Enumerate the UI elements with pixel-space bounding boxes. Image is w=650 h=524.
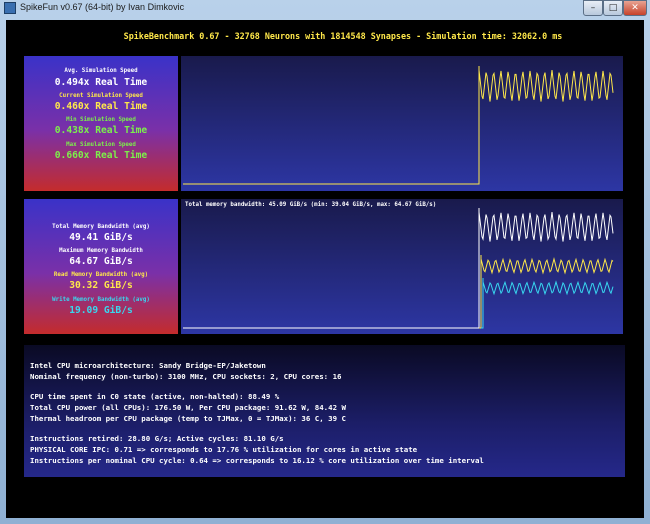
read-bw-label: Read Memory Bandwidth (avg) [53,272,149,278]
write-bandwidth-line [481,278,614,329]
cpu-microarchitecture: Intel CPU microarchitecture: Sandy Bridg… [30,361,266,370]
avg-speed-value: 0.494x Real Time [54,77,148,88]
window-title: SpikeFun v0.67 (64-bit) by Ivan Dimkovic [20,2,185,12]
memory-bandwidth-graph: Total memory bandwidth: 45.09 GiB/s (min… [181,199,623,334]
write-bw-label: Write Memory Bandwidth (avg) [52,297,150,303]
max-speed-value: 0.660x Real Time [54,150,148,161]
bandwidth-caption: Total memory bandwidth: 45.09 GiB/s (min… [185,202,437,208]
benchmark-title: SpikeBenchmark 0.67 - 32768 Neurons with… [123,31,563,41]
cpu-frequency: Nominal frequency (non-turbo): 3100 MHz,… [30,372,342,381]
instructions-per-cycle: Instructions per nominal CPU cycle: 0.64… [30,456,484,465]
title-bar[interactable]: SpikeFun v0.67 (64-bit) by Ivan Dimkovic… [0,0,650,18]
cpu-info-panel: Intel CPU microarchitecture: Sandy Bridg… [24,345,625,477]
total-bw-label: Total Memory Bandwidth (avg) [52,224,150,230]
simulation-speed-panel: Avg. Simulation Speed 0.494x Real Time C… [24,56,178,191]
cpu-c0-state: CPU time spent in C0 state (active, non-… [30,392,280,401]
app-icon [4,2,16,14]
benchmark-canvas: SpikeBenchmark 0.67 - 32768 Neurons with… [6,20,644,518]
max-bw-label: Maximum Memory Bandwidth [59,248,143,254]
thermal-headroom: Thermal headroom per CPU package (temp t… [30,414,346,423]
write-bw-value: 19.09 GiB/s [69,305,133,316]
close-button[interactable]: ✕ [623,0,647,16]
max-bw-value: 64.67 GiB/s [69,256,133,267]
maximize-button[interactable]: □ [603,0,623,16]
current-speed-value: 0.460x Real Time [54,101,148,112]
avg-speed-label: Avg. Simulation Speed [64,68,138,74]
minimize-button[interactable]: – [583,0,603,16]
speed-series-line [477,66,614,185]
instructions-retired: Instructions retired: 28.80 G/s; Active … [30,434,284,443]
cpu-power: Total CPU power (all CPUs): 176.50 W, Pe… [30,403,346,412]
min-speed-value: 0.438x Real Time [54,125,148,136]
total-bw-value: 49.41 GiB/s [69,232,133,243]
physical-core-ipc: PHYSICAL CORE IPC: 0.71 => corresponds t… [30,445,418,454]
max-speed-label: Max Simulation Speed [66,142,136,148]
read-bw-value: 30.32 GiB/s [69,280,133,291]
app-window: SpikeFun v0.67 (64-bit) by Ivan Dimkovic… [0,0,650,524]
min-speed-label: Min Simulation Speed [66,117,136,123]
memory-bandwidth-panel: Total Memory Bandwidth (avg) 49.41 GiB/s… [24,199,178,334]
current-speed-label: Current Simulation Speed [59,93,143,99]
simulation-speed-graph [181,56,623,191]
